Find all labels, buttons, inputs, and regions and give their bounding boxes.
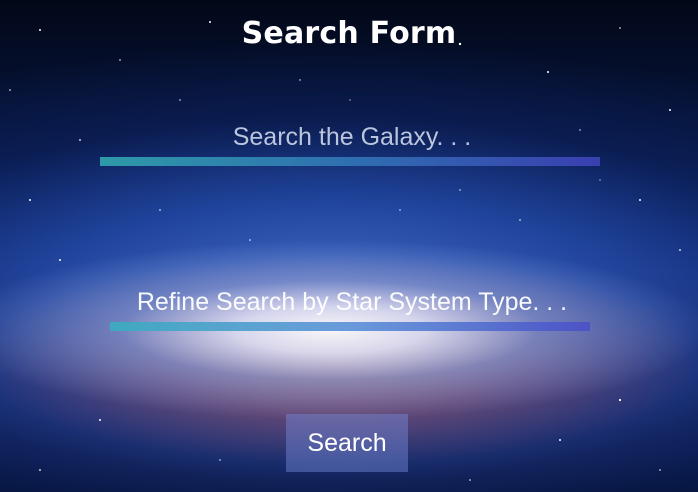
galaxy-search-underline bbox=[100, 157, 600, 166]
refine-search-input[interactable] bbox=[110, 280, 594, 324]
page-title: Search Form bbox=[241, 16, 457, 51]
refine-search-underline bbox=[110, 322, 590, 331]
search-button[interactable]: Search bbox=[286, 414, 408, 472]
galaxy-search-input[interactable] bbox=[100, 116, 604, 158]
galaxy-background: Search Form Search bbox=[0, 0, 698, 492]
